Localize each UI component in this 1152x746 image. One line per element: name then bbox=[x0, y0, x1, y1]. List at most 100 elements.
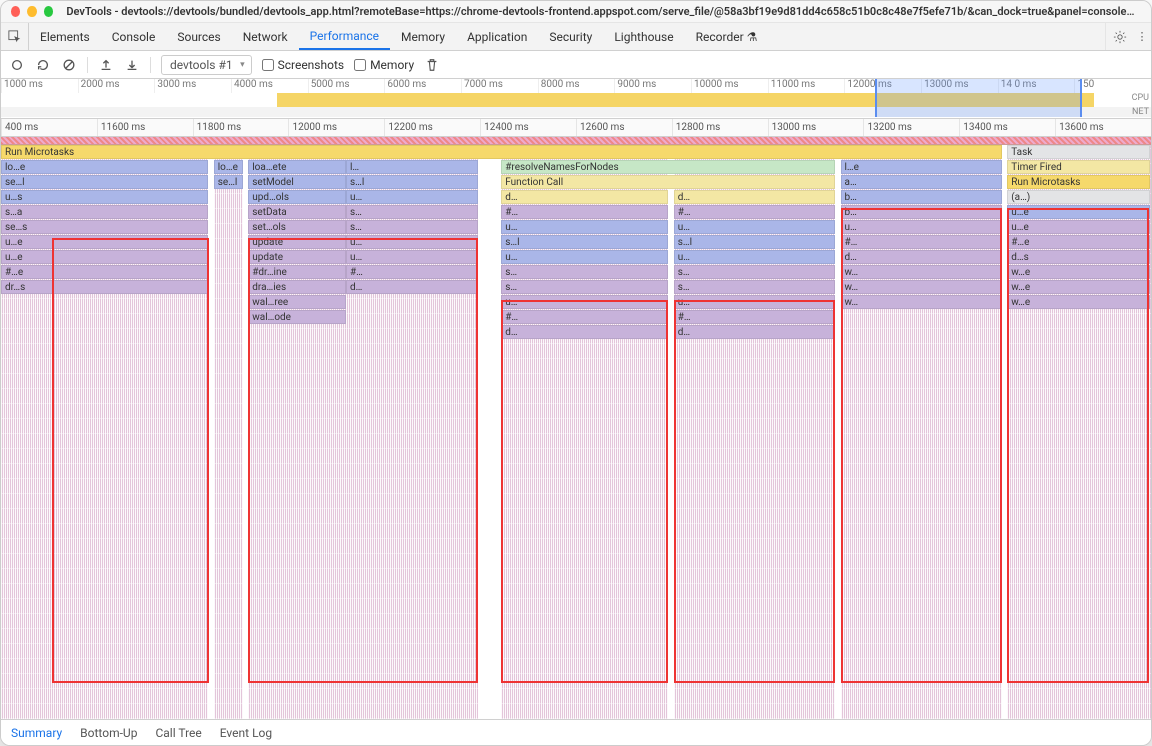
flame-bar[interactable]: s… bbox=[674, 265, 835, 279]
flame-bar[interactable]: update bbox=[248, 250, 346, 264]
flame-bar[interactable]: s…a bbox=[1, 205, 208, 219]
tab-application[interactable]: Application bbox=[456, 23, 538, 50]
flame-bar[interactable]: s… bbox=[346, 220, 478, 234]
flame-bar[interactable]: upd…ols bbox=[248, 190, 346, 204]
tab-console[interactable]: Console bbox=[101, 23, 167, 50]
flame-bar[interactable]: se…l bbox=[214, 175, 243, 189]
flame-bar-microtasks2[interactable]: Run Microtasks bbox=[1007, 175, 1150, 189]
btab-bottomup[interactable]: Bottom-Up bbox=[80, 726, 137, 740]
flame-bar[interactable]: u… bbox=[346, 235, 478, 249]
flame-bar[interactable]: u… bbox=[841, 220, 1002, 234]
flame-bar[interactable]: s… bbox=[501, 265, 668, 279]
flame-bar[interactable]: update bbox=[248, 235, 346, 249]
download-icon[interactable] bbox=[124, 57, 140, 73]
screenshots-checkbox[interactable]: Screenshots bbox=[262, 58, 344, 72]
timeline-overview[interactable]: 1000 ms 2000 ms 3000 ms 4000 ms 5000 ms … bbox=[1, 79, 1151, 119]
tab-recorder[interactable]: Recorder ⚗ bbox=[685, 23, 769, 50]
btab-summary[interactable]: Summary bbox=[11, 726, 62, 740]
flame-bar[interactable]: u… bbox=[346, 190, 478, 204]
flame-bar[interactable]: u… bbox=[501, 295, 668, 309]
flame-bar[interactable]: setData bbox=[248, 205, 346, 219]
clear-icon[interactable] bbox=[61, 57, 77, 73]
flame-bar[interactable]: #… bbox=[841, 235, 1002, 249]
flame-bar[interactable]: set…ols bbox=[248, 220, 346, 234]
flame-bar[interactable]: s… bbox=[346, 205, 478, 219]
detail-ruler[interactable]: 400 ms 11600 ms 11800 ms 12000 ms 12200 … bbox=[1, 119, 1151, 137]
flame-bar[interactable]: s…l bbox=[501, 235, 668, 249]
flame-bar[interactable]: u…s bbox=[1, 190, 208, 204]
flame-bar[interactable]: u… bbox=[501, 250, 668, 264]
flame-bar[interactable]: u…e bbox=[1, 250, 208, 264]
flame-bar[interactable]: u… bbox=[346, 250, 478, 264]
flame-bar-run-microtasks[interactable]: Run Microtasks bbox=[1, 145, 1002, 159]
overview-selection-handle[interactable] bbox=[875, 79, 1082, 117]
flame-bar-timer[interactable]: Timer Fired bbox=[1007, 160, 1150, 174]
zoom-traffic-light[interactable] bbox=[44, 6, 53, 17]
tab-sources[interactable]: Sources bbox=[166, 23, 231, 50]
flame-bar[interactable]: #dr…ine bbox=[248, 265, 346, 279]
flame-bar[interactable]: u… bbox=[501, 220, 668, 234]
flame-bar[interactable]: a… bbox=[841, 175, 1002, 189]
flame-bar[interactable]: se…s bbox=[1, 220, 208, 234]
flame-bar[interactable]: u… bbox=[674, 250, 835, 264]
btab-calltree[interactable]: Call Tree bbox=[155, 726, 201, 740]
minimize-traffic-light[interactable] bbox=[27, 6, 36, 17]
btab-eventlog[interactable]: Event Log bbox=[220, 726, 272, 740]
trash-icon[interactable] bbox=[424, 57, 440, 73]
flame-bar[interactable]: u… bbox=[674, 220, 835, 234]
flame-bar-resolve[interactable]: #resolveNamesForNodes bbox=[501, 160, 835, 174]
flame-bar[interactable]: #… bbox=[501, 310, 668, 324]
flame-bar[interactable]: b… bbox=[841, 205, 1002, 219]
flame-bar[interactable]: dr…s bbox=[1, 280, 208, 294]
flame-bar[interactable]: l…e bbox=[841, 160, 1002, 174]
flame-bar[interactable]: l… bbox=[346, 160, 478, 174]
flame-bar[interactable]: s…l bbox=[674, 235, 835, 249]
tab-performance[interactable]: Performance bbox=[299, 23, 390, 50]
flame-bar[interactable]: w… bbox=[841, 280, 1002, 294]
flame-bar[interactable]: wal…ode bbox=[248, 310, 346, 324]
tab-elements[interactable]: Elements bbox=[29, 23, 101, 50]
flame-bar[interactable]: d… bbox=[501, 325, 668, 339]
flame-bar[interactable]: s… bbox=[674, 280, 835, 294]
flame-bar[interactable]: #… bbox=[674, 310, 835, 324]
more-menu-icon[interactable]: ⋮ bbox=[1133, 23, 1151, 50]
flame-bar[interactable]: w… bbox=[841, 295, 1002, 309]
flame-bar[interactable]: w…e bbox=[1007, 265, 1150, 279]
flame-bar[interactable]: lo…e bbox=[214, 160, 243, 174]
flame-bar[interactable]: u…e bbox=[1007, 205, 1150, 219]
flame-bar[interactable]: b… bbox=[841, 190, 1002, 204]
tab-network[interactable]: Network bbox=[232, 23, 299, 50]
flame-bar[interactable]: #… bbox=[674, 205, 835, 219]
flame-bar[interactable]: u… bbox=[674, 295, 835, 309]
flame-bar[interactable]: #…e bbox=[1007, 235, 1150, 249]
flame-bar[interactable]: loa…ete bbox=[248, 160, 346, 174]
record-icon[interactable] bbox=[9, 57, 25, 73]
flame-chart[interactable]: Run Microtasks Task #resolveNamesForNode… bbox=[1, 145, 1151, 719]
flame-bar[interactable]: d… bbox=[346, 280, 478, 294]
flame-bar[interactable]: #… bbox=[501, 205, 668, 219]
tab-memory[interactable]: Memory bbox=[390, 23, 456, 50]
close-traffic-light[interactable] bbox=[11, 6, 20, 17]
flame-bar[interactable]: u…e bbox=[1, 235, 208, 249]
flame-bar[interactable]: s… bbox=[501, 280, 668, 294]
flame-bar[interactable]: d… bbox=[674, 190, 835, 204]
upload-icon[interactable] bbox=[98, 57, 114, 73]
flame-bar[interactable]: setModel bbox=[248, 175, 346, 189]
flame-bar[interactable]: dra…ies bbox=[248, 280, 346, 294]
flame-bar-fcall[interactable]: Function Call bbox=[501, 175, 835, 189]
settings-gear-icon[interactable] bbox=[1105, 23, 1133, 50]
profile-selector[interactable]: devtools #1 bbox=[161, 55, 252, 75]
flame-bar[interactable]: lo…e bbox=[1, 160, 208, 174]
flame-bar[interactable]: w…e bbox=[1007, 280, 1150, 294]
tab-security[interactable]: Security bbox=[538, 23, 603, 50]
flame-bar[interactable]: (a…) bbox=[1007, 190, 1150, 204]
flame-bar[interactable]: #… bbox=[346, 265, 478, 279]
flame-bar[interactable]: se…l bbox=[1, 175, 208, 189]
flame-bar[interactable]: s…l bbox=[346, 175, 478, 189]
flame-bar-task[interactable]: Task bbox=[1007, 145, 1150, 159]
flame-bar[interactable]: #…e bbox=[1, 265, 208, 279]
flame-bar[interactable]: d… bbox=[841, 250, 1002, 264]
flame-bar[interactable]: d… bbox=[674, 325, 835, 339]
inspect-element-icon[interactable] bbox=[1, 23, 29, 50]
flame-bar[interactable]: d…s bbox=[1007, 250, 1150, 264]
